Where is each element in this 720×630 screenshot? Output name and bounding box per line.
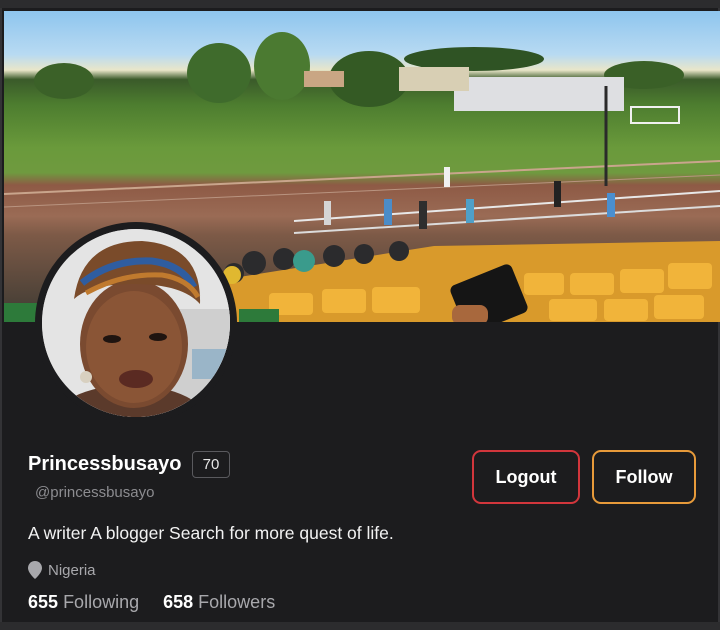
followers-count: 658	[163, 592, 194, 612]
profile-location: Nigeria	[28, 560, 96, 580]
location-text: Nigeria	[48, 561, 96, 579]
avatar-image	[42, 229, 230, 417]
followers-stat[interactable]: 658 Followers	[163, 592, 275, 613]
following-label: Following	[63, 592, 140, 612]
score-badge: 70	[192, 451, 230, 478]
logout-button[interactable]: Logout	[472, 450, 580, 504]
profile-bio: A writer A blogger Search for more quest…	[28, 523, 394, 543]
followers-label: Followers	[198, 592, 276, 612]
location-pin-icon	[28, 561, 42, 579]
profile-card: Princessbusayo 70 @princessbusayo Logout…	[0, 8, 720, 623]
follow-stats: 655 Following 658 Followers	[28, 592, 275, 613]
bottom-border	[0, 622, 720, 630]
avatar-portrait	[42, 229, 230, 417]
following-stat[interactable]: 655 Following	[28, 592, 139, 613]
avatar[interactable]	[35, 222, 237, 424]
top-border	[0, 0, 720, 8]
follow-button[interactable]: Follow	[592, 450, 696, 504]
username-handle: @princessbusayo	[35, 484, 155, 501]
page-frame: Princessbusayo 70 @princessbusayo Logout…	[0, 0, 720, 630]
following-count: 655	[28, 592, 59, 612]
display-name: Princessbusayo	[28, 453, 182, 475]
